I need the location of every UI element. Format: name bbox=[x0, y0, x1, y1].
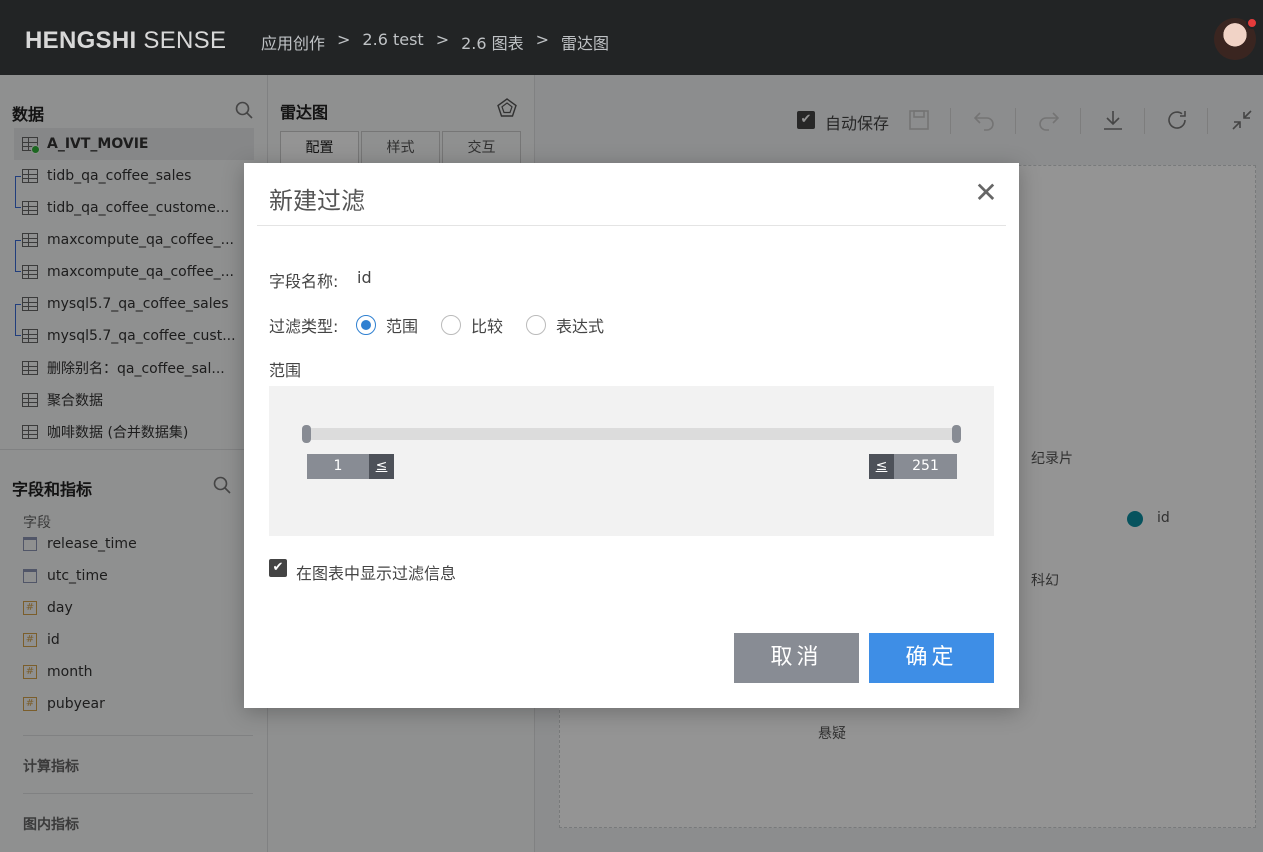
brand-logo[interactable]: HENGSHI SENSE bbox=[25, 27, 226, 55]
new-filter-dialog: 新建过滤 ✕ 字段名称: id 过滤类型: 范围 比较 表达式 范围 1 ≤ ≤… bbox=[244, 163, 1019, 708]
dialog-title: 新建过滤 bbox=[269, 187, 365, 215]
field-name-value: id bbox=[357, 268, 372, 287]
breadcrumb-item-current: 雷达图 bbox=[561, 34, 610, 53]
slider-track[interactable] bbox=[306, 428, 956, 440]
radio-label: 范围 bbox=[386, 317, 419, 336]
breadcrumb-separator: > bbox=[535, 30, 550, 49]
radio-label: 表达式 bbox=[556, 317, 605, 336]
radio-expression[interactable]: 表达式 bbox=[526, 313, 604, 337]
show-filter-label: 在图表中显示过滤信息 bbox=[296, 564, 457, 583]
top-bar: HENGSHI SENSE 应用创作 > 2.6 test > 2.6 图表 >… bbox=[0, 0, 1263, 75]
dialog-divider bbox=[257, 225, 1006, 226]
radio-range[interactable]: 范围 bbox=[356, 313, 418, 337]
radio-circle bbox=[441, 315, 461, 335]
avatar[interactable] bbox=[1214, 17, 1258, 60]
radio-circle bbox=[526, 315, 546, 335]
min-operator-toggle[interactable]: ≤ bbox=[369, 454, 394, 479]
radio-circle bbox=[356, 315, 376, 335]
max-operator-toggle[interactable]: ≤ bbox=[869, 454, 894, 479]
notification-dot bbox=[1246, 17, 1258, 29]
radio-label: 比较 bbox=[471, 317, 504, 336]
filter-type-label: 过滤类型: bbox=[269, 317, 339, 336]
close-icon[interactable]: ✕ bbox=[972, 179, 1000, 207]
radio-compare[interactable]: 比较 bbox=[441, 313, 503, 337]
range-min-input[interactable]: 1 bbox=[307, 454, 369, 479]
range-slider-box: 1 ≤ ≤ 251 bbox=[269, 386, 994, 536]
confirm-button[interactable]: 确定 bbox=[869, 633, 994, 683]
range-max-input[interactable]: 251 bbox=[894, 454, 957, 479]
breadcrumb-separator: > bbox=[435, 30, 450, 49]
range-label: 范围 bbox=[269, 361, 302, 380]
slider-handle-min[interactable] bbox=[302, 425, 311, 443]
breadcrumb-item[interactable]: 应用创作 bbox=[261, 30, 325, 54]
show-filter-checkbox[interactable]: ✔ bbox=[269, 559, 287, 577]
slider-handle-max[interactable] bbox=[952, 425, 961, 443]
field-name-label: 字段名称: bbox=[269, 272, 339, 291]
breadcrumb-separator: > bbox=[337, 30, 351, 49]
breadcrumb-item[interactable]: 2.6 test bbox=[362, 30, 423, 54]
cancel-button[interactable]: 取消 bbox=[734, 633, 859, 683]
breadcrumb: 应用创作 > 2.6 test > 2.6 图表 > 雷达图 bbox=[261, 30, 609, 54]
breadcrumb-item[interactable]: 2.6 图表 bbox=[461, 30, 524, 54]
